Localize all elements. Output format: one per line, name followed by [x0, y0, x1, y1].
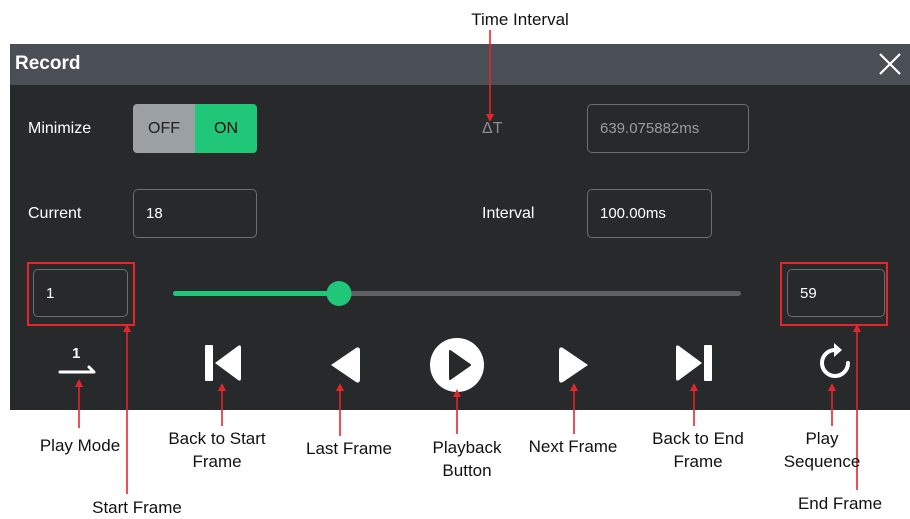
- record-dialog: Record Minimize OFF ON ΔT 639.075882ms C…: [10, 44, 910, 410]
- play-circle-icon[interactable]: [429, 337, 485, 393]
- annotation-playback-button: Playback Button: [432, 438, 502, 480]
- frame-slider-handle[interactable]: [326, 281, 352, 306]
- start-frame-highlight: [27, 262, 135, 326]
- frame-slider[interactable]: [173, 281, 741, 306]
- annotation-start-frame: Start Frame: [92, 498, 182, 517]
- annotation-back-to-start-frame: Back to Start Frame: [168, 429, 266, 471]
- current-frame-input[interactable]: 18: [133, 189, 257, 238]
- annotation-time-interval: Time Interval: [471, 10, 569, 29]
- minimize-label: Minimize: [28, 120, 92, 137]
- annotation-end-frame: End Frame: [797, 494, 883, 513]
- dialog-titlebar: Record: [10, 44, 910, 85]
- delta-t-field: 639.075882ms: [587, 104, 749, 153]
- frame-slider-fill: [173, 291, 340, 296]
- annotation-next-frame: Next Frame: [528, 437, 618, 456]
- current-label: Current: [28, 205, 82, 222]
- annotation-play-sequence: Play Sequence: [783, 429, 861, 471]
- end-frame-highlight: [780, 262, 888, 326]
- close-icon[interactable]: [876, 50, 904, 78]
- play-mode-icon: [58, 365, 96, 374]
- dialog-title: Record: [15, 53, 81, 74]
- toggle-on-option[interactable]: ON: [195, 104, 257, 153]
- next-frame-icon[interactable]: [554, 345, 594, 385]
- annotation-play-mode: Play Mode: [39, 436, 121, 455]
- annotation-last-frame: Last Frame: [306, 439, 392, 458]
- previous-frame-icon[interactable]: [325, 345, 365, 385]
- toggle-off-option[interactable]: OFF: [133, 104, 195, 153]
- delta-t-label: ΔT: [482, 120, 503, 137]
- annotation-back-to-end-frame: Back to End Frame: [652, 429, 744, 471]
- interval-label: Interval: [482, 205, 535, 222]
- skip-to-start-icon[interactable]: [202, 342, 244, 384]
- minimize-toggle[interactable]: OFF ON: [133, 104, 257, 153]
- skip-to-end-icon[interactable]: [673, 342, 715, 384]
- refresh-icon[interactable]: [814, 342, 856, 384]
- play-mode-button[interactable]: 1: [56, 345, 100, 387]
- interval-input[interactable]: 100.00ms: [587, 189, 712, 238]
